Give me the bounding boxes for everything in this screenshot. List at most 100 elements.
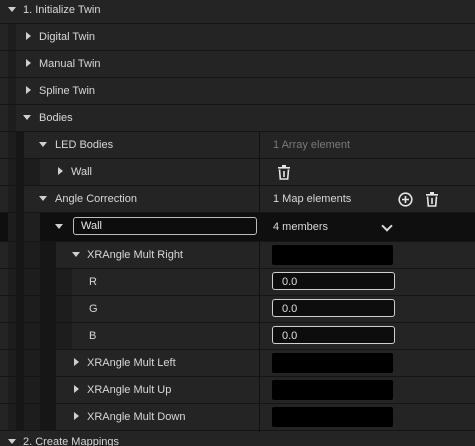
collapse-arrow-icon[interactable] <box>26 59 31 67</box>
indent-guide <box>16 132 24 158</box>
row-g: G 0.0 <box>0 296 475 322</box>
indent-guide <box>8 296 16 322</box>
color-swatch[interactable] <box>272 407 393 427</box>
bodies-label: Bodies <box>39 112 73 124</box>
xrangle-mult-left-label: XRAngle Mult Left <box>87 357 176 369</box>
indent-guide <box>24 377 40 403</box>
row-led-bodies[interactable]: LED Bodies 1 Array element <box>0 132 475 158</box>
indent-guide <box>24 159 40 185</box>
xrangle-mult-up-label: XRAngle Mult Up <box>87 384 172 396</box>
collapse-arrow-icon[interactable] <box>26 86 31 94</box>
row-spline-twin[interactable]: Spline Twin <box>0 78 475 104</box>
indent-guide <box>16 377 24 403</box>
indent-guide <box>16 159 24 185</box>
indent-guide <box>16 323 24 349</box>
indent-guide <box>24 296 40 322</box>
row-xrangle-mult-right[interactable]: XRAngle Mult Right <box>0 242 475 268</box>
indent-guide <box>24 323 40 349</box>
indent-guide <box>8 242 16 268</box>
row-wall-element[interactable]: Wall <box>0 159 475 185</box>
section-title: 2. Create Mappings <box>23 436 119 446</box>
led-bodies-label: LED Bodies <box>55 139 114 151</box>
row-digital-twin[interactable]: Digital Twin <box>0 24 475 50</box>
xrangle-mult-down-label: XRAngle Mult Down <box>87 411 186 423</box>
r-value-input[interactable]: 0.0 <box>272 272 395 290</box>
indent-guide <box>40 242 56 268</box>
indent-guide <box>8 51 16 77</box>
expand-arrow-icon[interactable] <box>8 439 16 444</box>
digital-twin-label: Digital Twin <box>39 31 96 43</box>
angle-correction-count: 1 Map elements <box>273 193 352 205</box>
indent-guide <box>16 296 24 322</box>
g-value-input[interactable]: 0.0 <box>272 299 395 317</box>
collapse-arrow-icon[interactable] <box>74 412 79 420</box>
expand-arrow-icon[interactable] <box>55 224 63 229</box>
expand-arrow-icon[interactable] <box>72 252 80 257</box>
indent-guide <box>56 269 72 295</box>
expand-arrow-icon[interactable] <box>39 196 47 201</box>
plus-circle-icon[interactable] <box>398 192 413 207</box>
indent-guide <box>8 78 16 104</box>
collapse-arrow-icon[interactable] <box>74 385 79 393</box>
row-xrangle-mult-up[interactable]: XRAngle Mult Up <box>0 377 475 403</box>
indent-guide <box>56 296 72 322</box>
indent-guide <box>24 404 40 430</box>
angle-correction-label: Angle Correction <box>55 193 137 205</box>
indent-guide <box>24 350 40 376</box>
collapse-arrow-icon[interactable] <box>74 358 79 366</box>
expand-arrow-icon[interactable] <box>23 115 31 120</box>
color-swatch[interactable] <box>272 245 393 265</box>
row-bodies[interactable]: Bodies <box>0 105 475 131</box>
indent-guide <box>8 105 16 131</box>
row-map-entry-wall[interactable]: Wall 4 members <box>0 213 475 241</box>
indent-guide <box>16 213 24 241</box>
collapse-arrow-icon[interactable] <box>26 32 31 40</box>
indent-guide <box>16 186 24 212</box>
map-value-summary: 4 members <box>273 221 329 233</box>
xrangle-mult-right-label: XRAngle Mult Right <box>87 249 183 261</box>
color-swatch[interactable] <box>272 380 393 400</box>
indent-guide <box>8 186 16 212</box>
trash-icon[interactable] <box>277 165 291 180</box>
section-initialize-twin[interactable]: 1. Initialize Twin <box>0 0 475 23</box>
b-label: B <box>89 330 97 342</box>
indent-guide <box>24 269 40 295</box>
indent-guide <box>8 24 16 50</box>
g-label: G <box>89 303 98 315</box>
row-manual-twin[interactable]: Manual Twin <box>0 51 475 77</box>
indent-guide <box>40 350 56 376</box>
led-bodies-count: 1 Array element <box>273 139 351 151</box>
chevron-down-icon[interactable] <box>381 220 393 232</box>
color-swatch[interactable] <box>272 353 393 373</box>
indent-guide <box>56 323 72 349</box>
collapse-arrow-icon[interactable] <box>58 167 63 175</box>
indent-guide <box>40 404 56 430</box>
indent-guide <box>40 269 56 295</box>
section-create-mappings[interactable]: 2. Create Mappings <box>0 431 475 446</box>
indent-guide <box>16 350 24 376</box>
manual-twin-label: Manual Twin <box>39 58 101 70</box>
indent-guide <box>8 323 16 349</box>
row-xrangle-mult-left[interactable]: XRAngle Mult Left <box>0 350 475 376</box>
r-label: R <box>89 276 97 288</box>
row-angle-correction[interactable]: Angle Correction 1 Map elements <box>0 186 475 212</box>
b-value-input[interactable]: 0.0 <box>272 326 395 344</box>
expand-arrow-icon[interactable] <box>39 142 47 147</box>
indent-guide <box>16 269 24 295</box>
spline-twin-label: Spline Twin <box>39 85 96 97</box>
indent-guide <box>8 377 16 403</box>
indent-guide <box>8 159 16 185</box>
map-key-input[interactable]: Wall <box>73 217 257 235</box>
indent-guide <box>8 213 16 241</box>
expand-arrow-icon[interactable] <box>8 7 16 12</box>
indent-guide <box>16 404 24 430</box>
wall-element-label: Wall <box>71 166 92 178</box>
indent-guide <box>40 377 56 403</box>
indent-guide <box>40 296 56 322</box>
indent-guide <box>8 404 16 430</box>
row-b: B 0.0 <box>0 323 475 349</box>
trash-icon[interactable] <box>425 192 439 207</box>
row-xrangle-mult-down[interactable]: XRAngle Mult Down <box>0 404 475 430</box>
column-divider[interactable] <box>259 132 260 432</box>
row-r: R 0.0 <box>0 269 475 295</box>
